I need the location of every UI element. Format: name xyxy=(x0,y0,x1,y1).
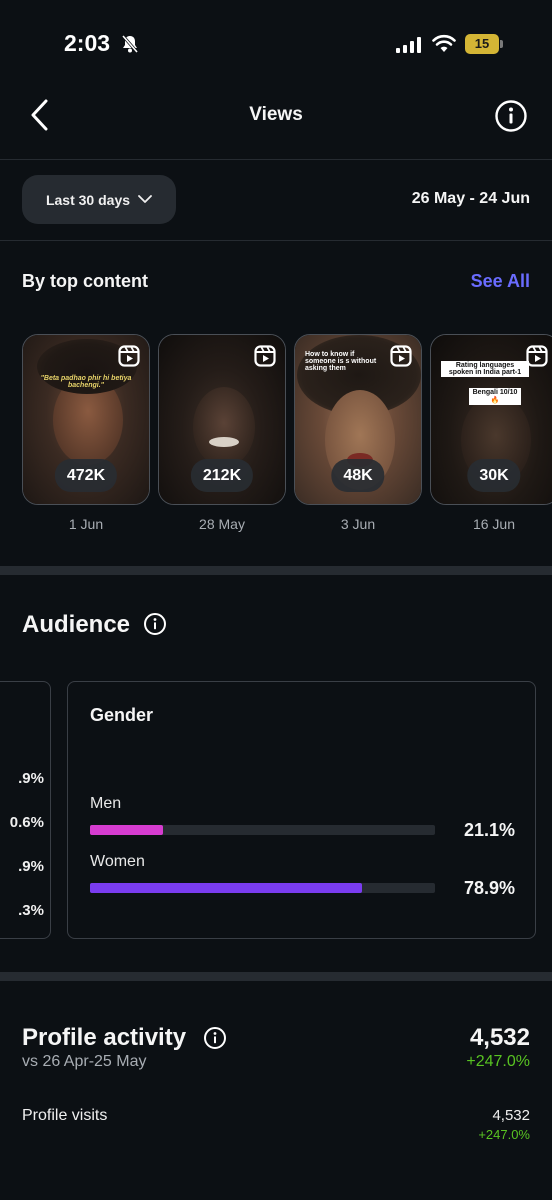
gender-label-men: Men xyxy=(90,795,122,812)
top-content-heading: By top content xyxy=(22,271,148,291)
partial-percent: .9% xyxy=(18,858,44,875)
reel-caption: How to know if someone is s without aski… xyxy=(305,351,377,372)
info-icon[interactable] xyxy=(203,1026,227,1050)
chevron-down-icon xyxy=(138,195,152,203)
bell-muted-icon xyxy=(121,35,139,53)
section-divider xyxy=(0,972,552,981)
header-divider xyxy=(0,159,552,160)
view-count-badge: 212K xyxy=(190,459,254,492)
date-range-text: 26 May - 24 Jun xyxy=(411,190,530,207)
status-time: 2:03 xyxy=(64,30,111,56)
comparison-period: vs 26 Apr-25 May xyxy=(22,1053,147,1070)
see-all-link[interactable]: See All xyxy=(471,271,530,292)
info-icon[interactable] xyxy=(143,612,167,636)
profile-activity-title: Profile activity xyxy=(22,1024,187,1051)
reel-date: 1 Jun xyxy=(68,516,104,532)
battery-icon: 15 xyxy=(465,34,503,54)
gender-bar-fill-women xyxy=(90,883,363,893)
reel-caption: "Beta padhao phir hi betiya bachengi." xyxy=(40,375,132,389)
audience-partial-card[interactable]: .9% 0.6% .9% .3% xyxy=(0,681,51,939)
reel-caption-secondary: Bengali 10/10🔥 xyxy=(469,388,521,405)
gender-bar-women xyxy=(90,883,435,893)
date-range-dropdown[interactable]: Last 30 days xyxy=(22,175,176,224)
battery-level: 15 xyxy=(465,34,499,54)
view-count-badge: 48K xyxy=(331,459,385,492)
gender-card[interactable]: Gender Men 21.1% Women 78.9% xyxy=(67,681,536,939)
profile-visits-label: Profile visits xyxy=(22,1107,108,1124)
reel-thumbnail[interactable]: "Beta padhao phir hi betiya bachengi." 4… xyxy=(22,334,150,505)
gender-percent-women: 78.9% xyxy=(463,878,515,898)
partial-percent: .3% xyxy=(18,902,44,919)
reel-thumbnail[interactable]: How to know if someone is s without aski… xyxy=(294,334,422,505)
reel-date: 28 May xyxy=(199,516,245,532)
profile-visits-value: 4,532 xyxy=(492,1107,530,1124)
view-count-badge: 472K xyxy=(54,459,118,492)
gender-title: Gender xyxy=(90,705,154,725)
gender-bar-men xyxy=(90,825,435,835)
gender-percent-men: 21.1% xyxy=(463,820,515,840)
audience-title: Audience xyxy=(22,611,131,638)
gender-label-women: Women xyxy=(90,853,145,870)
profile-activity-change: +247.0% xyxy=(466,1053,530,1070)
gender-bar-fill-men xyxy=(90,825,163,835)
reel-thumbnail[interactable]: Rating languages spoken in India part-1 … xyxy=(430,334,552,505)
filter-divider xyxy=(0,240,552,241)
wifi-icon xyxy=(432,34,456,52)
view-count-badge: 30K xyxy=(467,459,521,492)
reel-date: 16 Jun xyxy=(472,516,516,532)
reel-caption: Rating languages spoken in India part-1 xyxy=(441,361,529,377)
reel-icon xyxy=(526,345,548,367)
reel-icon xyxy=(390,345,412,367)
page-title: Views xyxy=(249,104,303,125)
reel-icon xyxy=(254,345,276,367)
profile-visits-change: +247.0% xyxy=(478,1127,530,1142)
profile-activity-total: 4,532 xyxy=(469,1024,530,1051)
partial-percent: .9% xyxy=(18,770,44,787)
reel-thumbnail[interactable]: 212K xyxy=(158,334,286,505)
cellular-signal-icon xyxy=(396,37,421,53)
reel-date: 3 Jun xyxy=(340,516,376,532)
reel-icon xyxy=(118,345,140,367)
partial-percent: 0.6% xyxy=(9,814,44,831)
date-range-label: Last 30 days xyxy=(45,191,131,208)
info-icon[interactable] xyxy=(494,99,528,133)
section-divider xyxy=(0,566,552,575)
